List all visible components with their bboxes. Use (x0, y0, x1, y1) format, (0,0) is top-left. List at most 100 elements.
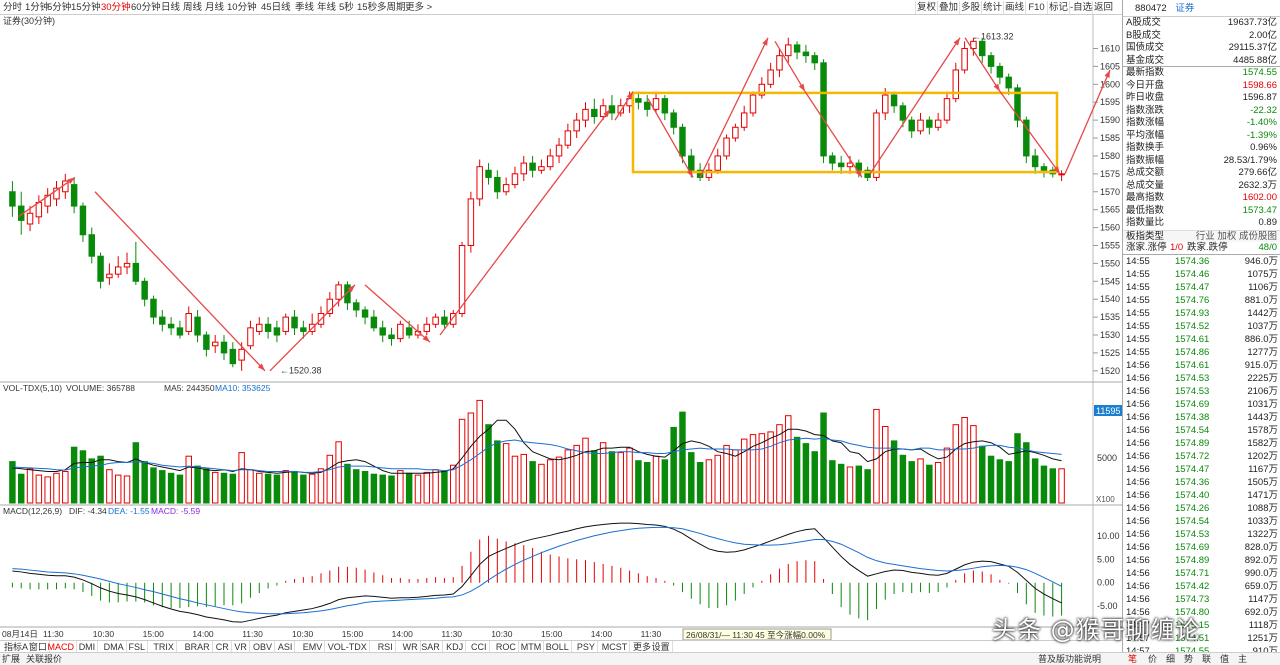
period-14[interactable]: 15秒 (357, 1, 377, 14)
time-tick-label: 10:30 (292, 629, 314, 639)
status-right-2[interactable]: 价 (1148, 653, 1157, 665)
time-tick-label: 15:00 (541, 629, 563, 639)
tick-row: 14:56 1574.53 2225万 (1123, 372, 1280, 385)
info-row: 指数涨跌 -22.32 (1123, 105, 1280, 118)
tick-list[interactable]: 14:55 1574.36 946.0万 14:55 1574.46 1075万 14:55… (1123, 255, 1280, 658)
candle (123, 262, 131, 268)
volume-bar (970, 425, 977, 504)
candle (1040, 166, 1048, 171)
period-4[interactable]: 30分钟 (101, 1, 131, 14)
status-right-6[interactable]: 值 (1220, 653, 1229, 665)
chart-area[interactable]: 证券(30分钟) 1610 1605 1600 1595 1590 1585 1580 1575… (0, 15, 1122, 655)
tick-price: 1574.54 (1175, 515, 1210, 527)
volume-bar (238, 452, 245, 504)
status-right-3[interactable]: 细 (1166, 653, 1175, 665)
volume-bar (943, 447, 951, 504)
candle (908, 119, 915, 132)
volume-bar (264, 473, 272, 504)
period-7[interactable]: 周线 (183, 1, 202, 14)
tick-row: 14:55 1574.46 1075万 (1123, 268, 1280, 281)
toolbar-btn-0[interactable]: 复权 (915, 1, 937, 14)
tick-price: 1574.89 (1175, 554, 1210, 566)
period-5[interactable]: 60分钟 (131, 1, 161, 14)
period-2[interactable]: 5分钟 (47, 1, 71, 14)
candle (167, 323, 175, 329)
period-8[interactable]: 月线 (205, 1, 224, 14)
candle (749, 94, 757, 114)
tick-row: 14:56 1574.61 915.0万 (1123, 359, 1280, 372)
volume-bar (591, 450, 598, 504)
toolbar-btn-3[interactable]: 统计 (981, 1, 1003, 14)
volume-bar (635, 460, 642, 504)
volume-bar (308, 473, 316, 504)
volume-bar (873, 408, 880, 504)
price-tick-label: 1585 (1100, 133, 1120, 143)
toolbar-btn-1[interactable]: 叠加 (937, 1, 959, 14)
tick-row: 14:56 1574.69 828.0万 (1123, 541, 1280, 554)
candle (837, 162, 845, 168)
volume-bar (344, 463, 351, 504)
candle (97, 255, 104, 282)
period-16[interactable]: 更多 > (405, 1, 432, 14)
index-name[interactable]: 证券 (1175, 3, 1194, 14)
candle (688, 155, 695, 171)
toolbar-btn-8[interactable]: 返回 (1092, 1, 1114, 14)
tick-row: 14:56 1574.71 990.0万 (1123, 567, 1280, 580)
info-row: 基金成交 4485.88亿 (1123, 55, 1280, 67)
status-right-5[interactable]: 联 (1202, 653, 1211, 665)
period-11[interactable]: 季线 (295, 1, 314, 14)
period-1[interactable]: 1分钟 (25, 1, 49, 14)
period-15[interactable]: 多周期 (377, 1, 406, 14)
tick-volume: 1033万 (1247, 515, 1278, 527)
period-0[interactable]: 分时 (3, 1, 22, 14)
candle (987, 55, 995, 67)
status-left-0[interactable]: 扩展 (2, 653, 20, 665)
time-tooltip: 26/08/31/— 11:30 45 至今涨幅0.00% (686, 630, 826, 640)
price-tick-label: 1525 (1100, 348, 1120, 358)
period-9[interactable]: 10分钟 (227, 1, 257, 14)
status-right-0[interactable]: 普及版功能说明 (1038, 653, 1101, 665)
tick-row: 14:56 1574.47 1167万 (1123, 463, 1280, 476)
period-13[interactable]: 5秒 (339, 1, 354, 14)
volume-bar (979, 445, 986, 504)
toolbar-btn-6[interactable]: 标记 (1047, 1, 1069, 14)
status-right-1[interactable]: 笔 (1128, 653, 1137, 665)
tick-time: 14:56 (1126, 489, 1150, 501)
candle (926, 119, 933, 128)
period-12[interactable]: 年线 (317, 1, 336, 14)
volume-bar (714, 454, 721, 504)
toolbar-btn-4[interactable]: 画线 (1003, 1, 1025, 14)
period-3[interactable]: 15分钟 (71, 1, 101, 14)
status-left-1[interactable]: 关联报价 (26, 653, 62, 665)
toolbar-btn-5[interactable]: F10 (1025, 1, 1047, 14)
status-right-4[interactable]: 势 (1184, 653, 1193, 665)
volume-bar (494, 440, 501, 504)
candle (502, 184, 510, 193)
info-label: 指数涨幅 (1126, 117, 1165, 128)
toolbar-btn-7[interactable]: -自选 (1069, 1, 1092, 14)
candle (952, 69, 960, 100)
info-value: 1598.66 (1242, 79, 1277, 91)
info-label: 最新指数 (1126, 67, 1165, 78)
tick-time: 14:56 (1126, 580, 1150, 592)
candle (238, 348, 245, 361)
candle (996, 65, 1004, 78)
candle (899, 105, 907, 121)
vol-header-item: MA10: 353625 (215, 383, 271, 393)
period-10[interactable]: 45日线 (261, 1, 291, 14)
status-right-7[interactable]: 主 (1238, 653, 1247, 665)
candle (520, 162, 528, 175)
info-value: -22.32 (1250, 104, 1277, 116)
tick-volume: 1582万 (1247, 437, 1278, 449)
period-6[interactable]: 日线 (161, 1, 180, 14)
volume-bar (97, 455, 104, 504)
volume-bar (1049, 468, 1057, 504)
tick-row: 14:56 1574.26 1088万 (1123, 502, 1280, 515)
toolbar-btn-2[interactable]: 多股 (959, 1, 981, 14)
volume-bar (520, 453, 528, 504)
volume-bar (361, 471, 369, 504)
volume-bar (79, 450, 87, 504)
tick-price: 1574.53 (1175, 372, 1210, 384)
tick-time: 14:55 (1126, 281, 1150, 293)
info-value: -1.39% (1246, 129, 1277, 141)
